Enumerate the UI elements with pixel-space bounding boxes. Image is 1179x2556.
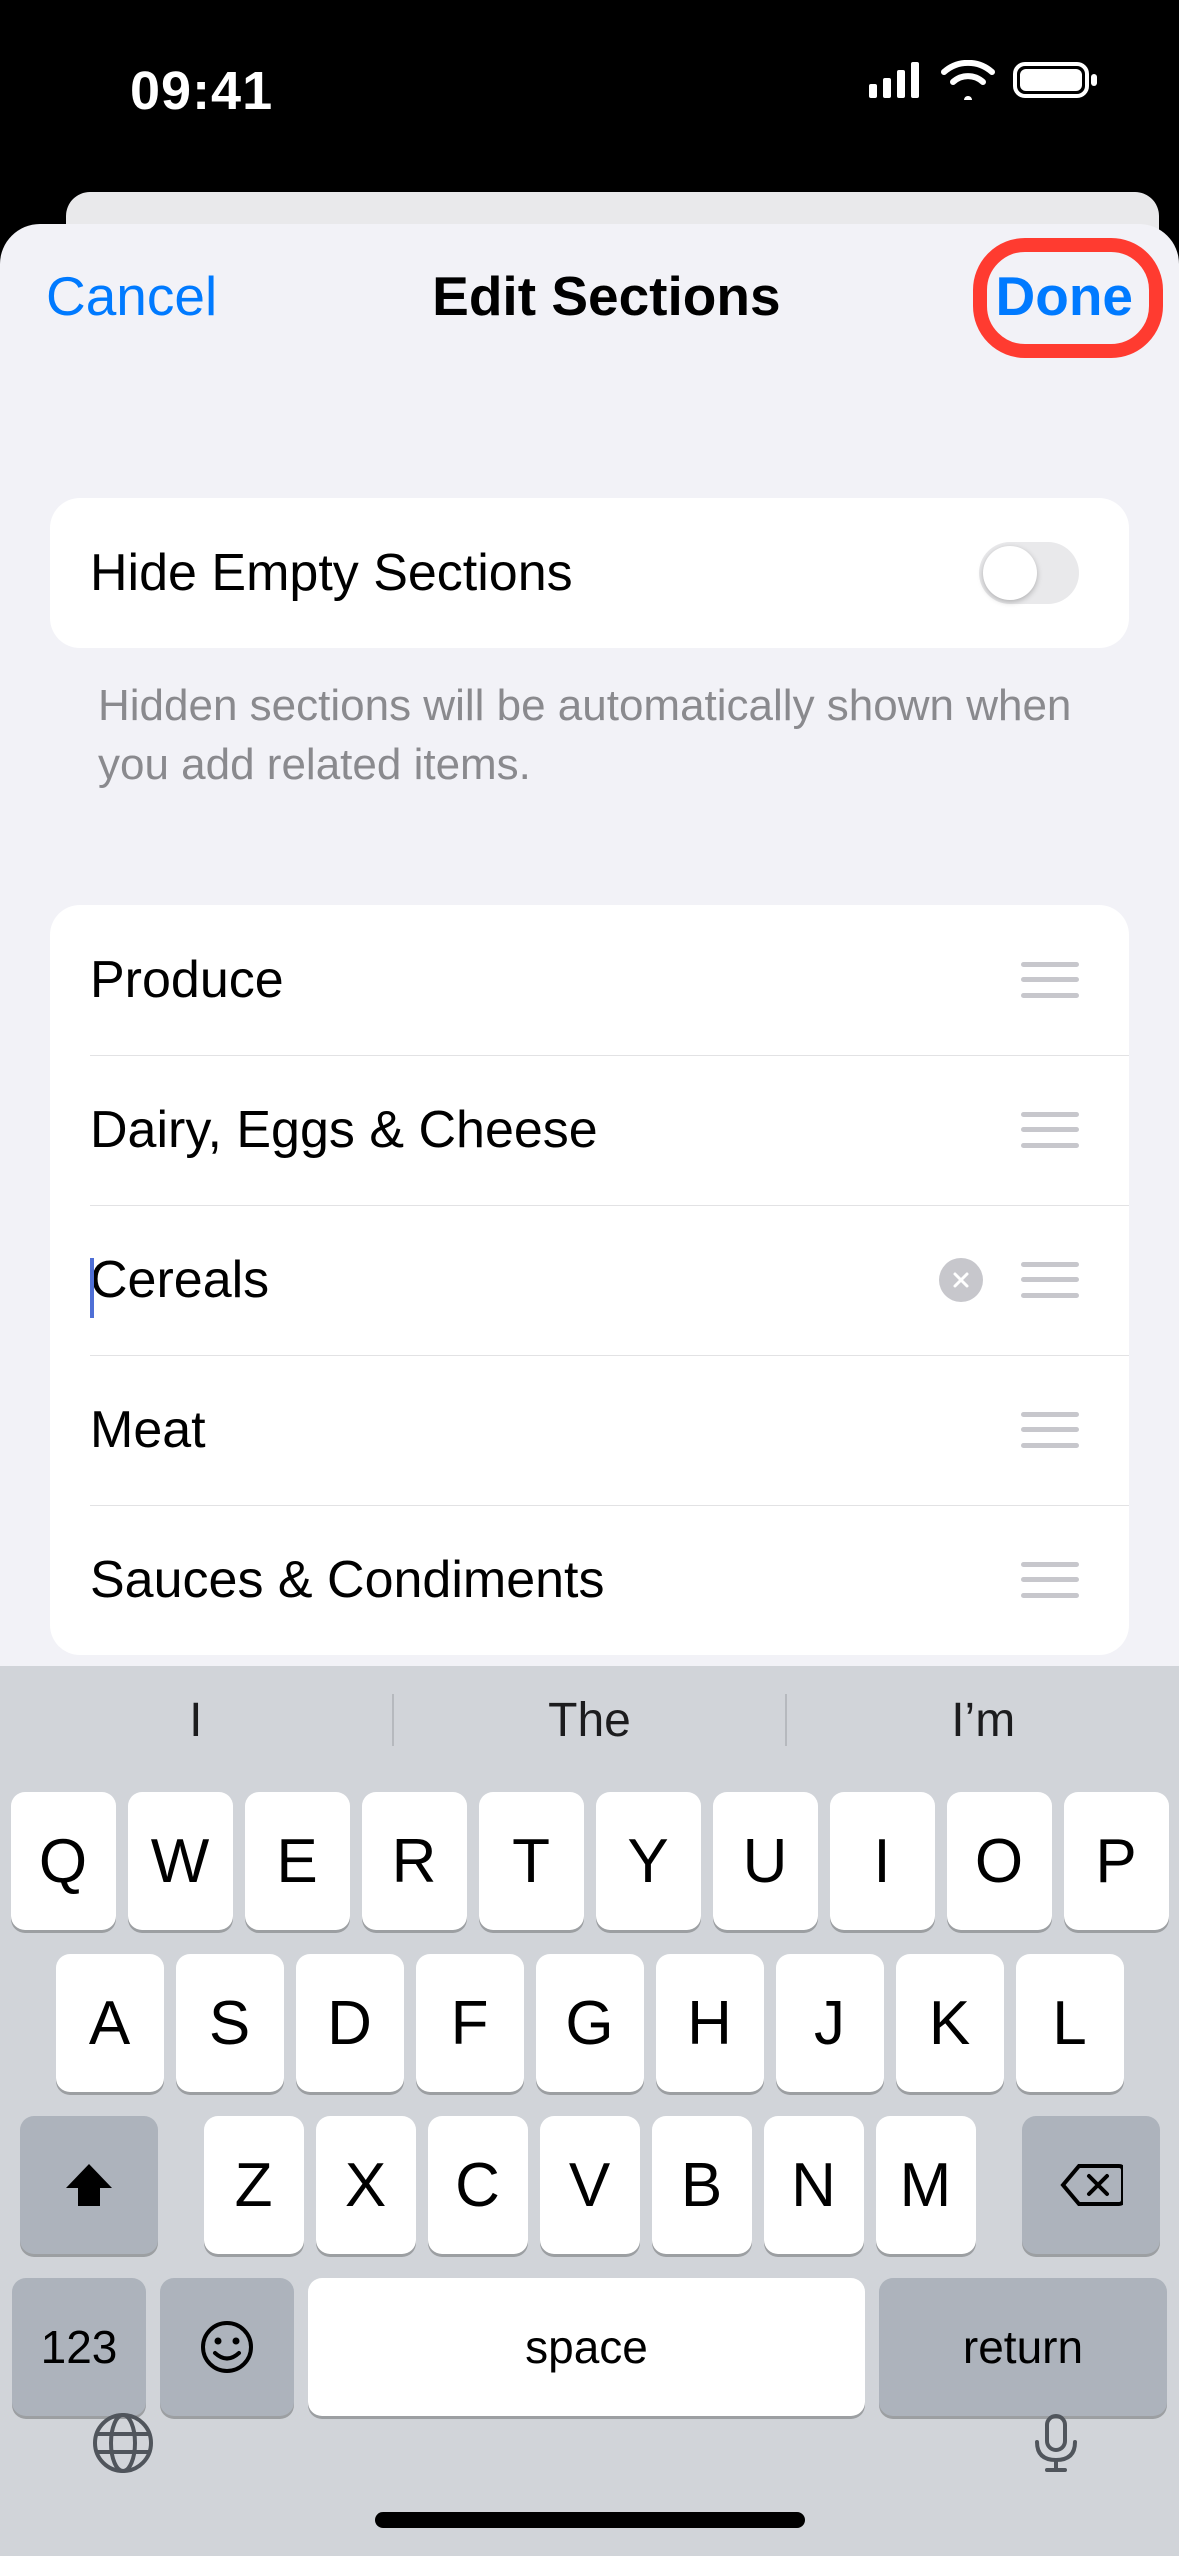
cancel-button[interactable]: Cancel [46, 264, 217, 328]
key-j[interactable]: J [776, 1954, 884, 2092]
wifi-icon [941, 60, 995, 100]
section-row[interactable]: Produce [50, 905, 1129, 1055]
section-row[interactable]: Meat [50, 1355, 1129, 1505]
key-p[interactable]: P [1064, 1792, 1169, 1930]
cellular-icon [869, 62, 923, 98]
key-c[interactable]: C [428, 2116, 528, 2254]
key-u[interactable]: U [713, 1792, 818, 1930]
key-h[interactable]: H [656, 1954, 764, 2092]
clear-text-button[interactable] [939, 1258, 983, 1302]
done-button[interactable]: Done [996, 264, 1134, 328]
key-t[interactable]: T [479, 1792, 584, 1930]
nav-bar: Cancel Edit Sections Done [0, 224, 1179, 328]
battery-icon [1013, 60, 1099, 100]
drag-handle-icon[interactable] [1021, 1262, 1079, 1298]
close-icon [951, 1270, 971, 1290]
drag-handle-icon[interactable] [1021, 962, 1079, 998]
hide-empty-group: Hide Empty Sections [50, 498, 1129, 648]
page-title: Edit Sections [432, 264, 780, 328]
hide-empty-label: Hide Empty Sections [90, 543, 979, 603]
section-name: Sauces & Condiments [90, 1550, 1021, 1610]
section-row-editing[interactable] [50, 1205, 1129, 1355]
key-n[interactable]: N [764, 2116, 864, 2254]
drag-handle-icon[interactable] [1021, 1112, 1079, 1148]
hide-empty-toggle[interactable] [979, 542, 1079, 604]
keyboard-row-2: A S D F G H J K L [10, 1954, 1169, 2092]
keyboard-row-3: Z X C V B N M [10, 2116, 1169, 2254]
key-v[interactable]: V [540, 2116, 640, 2254]
keyboard-row-1: Q W E R T Y U I O P [10, 1792, 1169, 1930]
shift-key[interactable] [20, 2116, 158, 2254]
prediction[interactable]: The [394, 1693, 786, 1748]
status-time: 09:41 [130, 60, 273, 122]
prediction[interactable]: I’m [787, 1693, 1179, 1748]
shift-icon [62, 2160, 116, 2210]
key-e[interactable]: E [245, 1792, 350, 1930]
prediction[interactable]: I [0, 1693, 392, 1748]
key-z[interactable]: Z [204, 2116, 304, 2254]
key-q[interactable]: Q [11, 1792, 116, 1930]
key-o[interactable]: O [947, 1792, 1052, 1930]
keyboard: I The I’m Q W E R T Y U I O P A S D F G … [0, 1666, 1179, 2556]
delete-key[interactable] [1022, 2116, 1160, 2254]
hide-empty-hint: Hidden sections will be automatically sh… [50, 648, 1129, 795]
key-k[interactable]: K [896, 1954, 1004, 2092]
globe-icon[interactable] [90, 2410, 156, 2476]
prediction-bar: I The I’m [0, 1666, 1179, 1774]
toggle-knob [983, 546, 1037, 600]
key-s[interactable]: S [176, 1954, 284, 2092]
section-name: Dairy, Eggs & Cheese [90, 1100, 1021, 1160]
section-row[interactable]: Sauces & Condiments [50, 1505, 1129, 1655]
sections-list: Produce Dairy, Eggs & Cheese Meat Sau [50, 905, 1129, 1655]
mic-icon[interactable] [1023, 2410, 1089, 2476]
key-i[interactable]: I [830, 1792, 935, 1930]
drag-handle-icon[interactable] [1021, 1562, 1079, 1598]
key-w[interactable]: W [128, 1792, 233, 1930]
status-icons [869, 60, 1099, 100]
hide-empty-row[interactable]: Hide Empty Sections [50, 498, 1129, 648]
key-r[interactable]: R [362, 1792, 467, 1930]
section-row[interactable]: Dairy, Eggs & Cheese [50, 1055, 1129, 1205]
drag-handle-icon[interactable] [1021, 1412, 1079, 1448]
text-cursor [90, 1258, 94, 1318]
home-indicator[interactable] [375, 2512, 805, 2528]
key-d[interactable]: D [296, 1954, 404, 2092]
delete-icon [1059, 2162, 1123, 2208]
key-g[interactable]: G [536, 1954, 644, 2092]
key-l[interactable]: L [1016, 1954, 1124, 2092]
status-bar: 09:41 [0, 0, 1179, 180]
key-y[interactable]: Y [596, 1792, 701, 1930]
key-b[interactable]: B [652, 2116, 752, 2254]
section-name: Produce [90, 950, 1021, 1010]
key-a[interactable]: A [56, 1954, 164, 2092]
section-name-input[interactable] [90, 1250, 939, 1310]
section-name: Meat [90, 1400, 1021, 1460]
key-f[interactable]: F [416, 1954, 524, 2092]
key-m[interactable]: M [876, 2116, 976, 2254]
key-x[interactable]: X [316, 2116, 416, 2254]
